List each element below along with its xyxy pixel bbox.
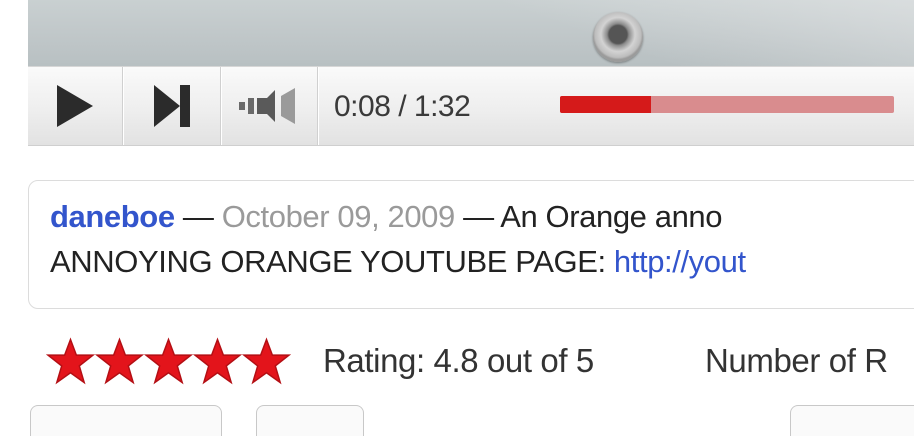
- star-icon[interactable]: [95, 334, 144, 390]
- ratings-count-label: Number of R: [705, 342, 888, 379]
- next-icon: [153, 85, 190, 127]
- separator: —: [454, 199, 501, 234]
- progress-played: [560, 96, 652, 113]
- player-controls: 0:08 / 1:32: [28, 66, 914, 146]
- rating-row: Rating: 4.8 out of 5 Number of R: [46, 330, 914, 394]
- rating-text: Rating: 4.8 out of 5: [323, 342, 594, 379]
- description-text: An Orange anno: [500, 199, 723, 234]
- action-button[interactable]: [256, 405, 364, 436]
- description-line-2: ANNOYING ORANGE YOUTUBE PAGE: http://you…: [50, 244, 746, 280]
- volume-icon: [239, 88, 295, 124]
- star-icon[interactable]: [144, 334, 193, 390]
- author-link[interactable]: daneboe: [50, 199, 175, 234]
- scrubber-handle[interactable]: [593, 12, 643, 62]
- play-button[interactable]: [28, 67, 123, 145]
- star-icon[interactable]: [193, 334, 242, 390]
- description-line-1: daneboe — October 09, 2009 — An Orange a…: [50, 199, 722, 235]
- video-description: daneboe — October 09, 2009 — An Orange a…: [28, 180, 914, 309]
- action-button[interactable]: [30, 405, 222, 436]
- action-button[interactable]: [790, 405, 914, 436]
- separator: —: [174, 199, 222, 234]
- star-rating[interactable]: [46, 334, 291, 390]
- star-icon[interactable]: [46, 334, 95, 390]
- youtube-link[interactable]: http://yout: [614, 244, 746, 279]
- star-icon[interactable]: [242, 334, 291, 390]
- description-text: ANNOYING ORANGE YOUTUBE PAGE:: [50, 244, 614, 279]
- progress-bar[interactable]: [560, 96, 894, 113]
- video-area[interactable]: [28, 0, 914, 66]
- time-display: 0:08 / 1:32: [334, 90, 471, 123]
- play-icon: [57, 85, 93, 127]
- upload-date: October 09, 2009: [221, 199, 456, 234]
- volume-button[interactable]: [221, 67, 318, 145]
- next-button[interactable]: [123, 67, 221, 145]
